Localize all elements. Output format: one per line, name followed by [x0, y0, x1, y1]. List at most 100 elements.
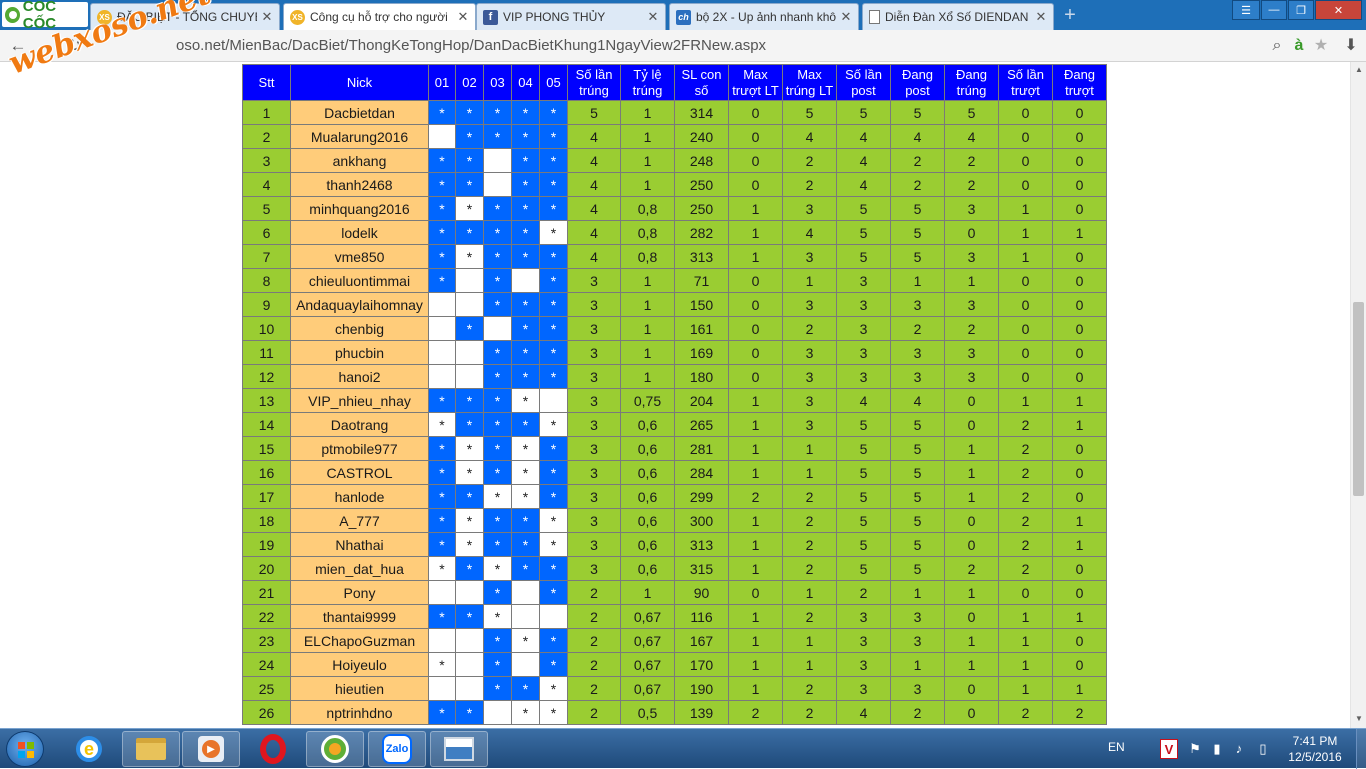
stt-cell: 17 [242, 484, 291, 509]
tab-dien-dan[interactable]: Diễn Đàn Xổ Số DIENDAN ✕ [862, 3, 1054, 30]
stat-cell: 1 [998, 652, 1053, 677]
page-icon [869, 10, 880, 24]
tab-up-anh[interactable]: ch bộ 2X - Up ảnh nhanh khô ✕ [669, 3, 859, 30]
url-field[interactable]: oso.net/MienBac/DacBiet/ThongKeTongHop/D… [176, 37, 766, 54]
day-mark-cell: * [483, 244, 512, 269]
taskbar-media-player[interactable]: ▶ [182, 731, 240, 767]
nick-cell: chenbig [290, 316, 429, 341]
day-mark-cell: * [539, 412, 568, 437]
close-icon[interactable]: ✕ [1035, 9, 1047, 25]
stat-cell: 3 [567, 460, 621, 485]
stat-cell: 2 [944, 556, 999, 581]
language-indicator[interactable]: EN [1108, 740, 1125, 754]
zoom-icon[interactable]: ⌕ [1266, 35, 1288, 57]
taskbar-coccoc[interactable] [306, 731, 364, 767]
scrollbar-thumb[interactable] [1353, 302, 1364, 496]
day-mark-cell: * [455, 484, 484, 509]
photo-viewer-icon [444, 737, 474, 761]
day-mark-cell: * [511, 148, 540, 173]
stat-cell: 3 [836, 364, 891, 389]
stat-cell: 5 [836, 412, 891, 437]
stat-cell: 3 [782, 292, 837, 317]
stat-cell: 0,6 [620, 508, 675, 533]
day-mark-cell: * [511, 676, 540, 701]
stat-cell: 1 [998, 388, 1053, 413]
day-mark-cell: * [511, 172, 540, 197]
close-icon[interactable]: ✕ [647, 9, 659, 25]
spell-icon[interactable]: à [1288, 35, 1310, 57]
stat-cell: 5 [836, 460, 891, 485]
new-tab-icon[interactable]: + [1060, 5, 1080, 25]
stt-cell: 21 [242, 580, 291, 605]
stat-cell: 3 [567, 532, 621, 557]
stat-cell: 3 [944, 340, 999, 365]
stat-cell: 2 [836, 580, 891, 605]
taskbar: e ▶ Zalo EN V ⚑ ▮ ♪ ▯ 7:41 PM 12/5/2016 [0, 728, 1366, 769]
close-icon[interactable]: ✕ [457, 9, 469, 25]
stat-cell: 4 [567, 220, 621, 245]
stat-cell: 2 [782, 604, 837, 629]
stat-cell: 2 [782, 556, 837, 581]
stt-cell: 7 [242, 244, 291, 269]
tab-vip-phong-thuy[interactable]: f VIP PHONG THỦY ✕ [476, 3, 666, 30]
day-mark-cell: * [428, 412, 456, 437]
minimize-button[interactable]: — [1261, 0, 1287, 20]
taskbar-zalo[interactable]: Zalo [368, 731, 426, 767]
stat-cell: 1 [620, 340, 675, 365]
network-flag-icon[interactable]: ⚑ [1186, 739, 1204, 759]
day-mark-cell: * [428, 652, 456, 677]
day-mark-cell: * [511, 556, 540, 581]
day-mark-cell: * [511, 532, 540, 557]
day-mark-cell: * [483, 124, 512, 149]
table-row: 16 CASTROL * * * * * 3 0,6 284 1 1 5 5 1 2 0 [242, 460, 1107, 485]
stat-cell: 1 [944, 436, 999, 461]
stat-cell: 3 [890, 364, 945, 389]
stat-cell: 3 [782, 244, 837, 269]
vietkey-icon[interactable]: V [1160, 739, 1178, 759]
stat-cell: 250 [674, 196, 729, 221]
taskbar-file-explorer[interactable] [122, 731, 180, 767]
scroll-up-icon[interactable]: ▲ [1354, 65, 1364, 74]
scroll-down-icon[interactable]: ▼ [1354, 714, 1364, 723]
taskbar-internet-explorer[interactable]: e [60, 731, 118, 767]
close-window-button[interactable]: ✕ [1315, 0, 1362, 20]
close-icon[interactable]: ✕ [840, 9, 852, 25]
stat-cell: 265 [674, 412, 729, 437]
stat-cell: 0 [728, 124, 783, 149]
table-row: 10 chenbig * * * 3 1 161 0 2 3 2 2 0 0 [242, 316, 1107, 341]
day-mark-cell: * [483, 364, 512, 389]
window-menu-button[interactable]: ☰ [1232, 0, 1260, 20]
battery-icon[interactable]: ▯ [1254, 739, 1272, 759]
stat-cell: 71 [674, 268, 729, 293]
coccoc-logo-icon [5, 6, 20, 23]
stat-cell: 4 [836, 388, 891, 413]
opera-icon [260, 734, 286, 764]
close-icon[interactable]: ✕ [261, 9, 273, 25]
show-desktop-button[interactable] [1356, 729, 1366, 769]
start-button[interactable] [6, 731, 44, 767]
day-mark-cell [428, 628, 456, 653]
taskbar-opera[interactable] [244, 731, 302, 767]
taskbar-photo-viewer[interactable] [430, 731, 488, 767]
day-mark-cell: * [539, 700, 568, 725]
stat-cell: 1 [998, 628, 1053, 653]
stat-cell: 0 [944, 220, 999, 245]
download-icon[interactable]: ⬇ [1340, 35, 1362, 57]
day-mark-cell: * [428, 508, 456, 533]
signal-icon[interactable]: ▮ [1208, 739, 1226, 759]
restore-button[interactable]: ❐ [1288, 0, 1314, 20]
nick-cell: thanh2468 [290, 172, 429, 197]
stat-cell: 0,6 [620, 484, 675, 509]
stat-cell: 3 [567, 388, 621, 413]
vertical-scrollbar[interactable]: ▲ ▼ [1350, 62, 1366, 728]
stat-cell: 0 [998, 268, 1053, 293]
volume-icon[interactable]: ♪ [1230, 739, 1248, 759]
day-mark-cell: * [455, 220, 484, 245]
tab-cong-cu[interactable]: XS Công cụ hỗ trợ cho người ✕ [283, 3, 476, 30]
bookmark-star-icon[interactable]: ★ [1310, 35, 1332, 57]
column-header: Stt [242, 64, 291, 101]
day-mark-cell: * [483, 460, 512, 485]
system-clock[interactable]: 7:41 PM 12/5/2016 [1284, 733, 1346, 765]
stat-cell: 3 [836, 340, 891, 365]
nick-cell: ptmobile977 [290, 436, 429, 461]
